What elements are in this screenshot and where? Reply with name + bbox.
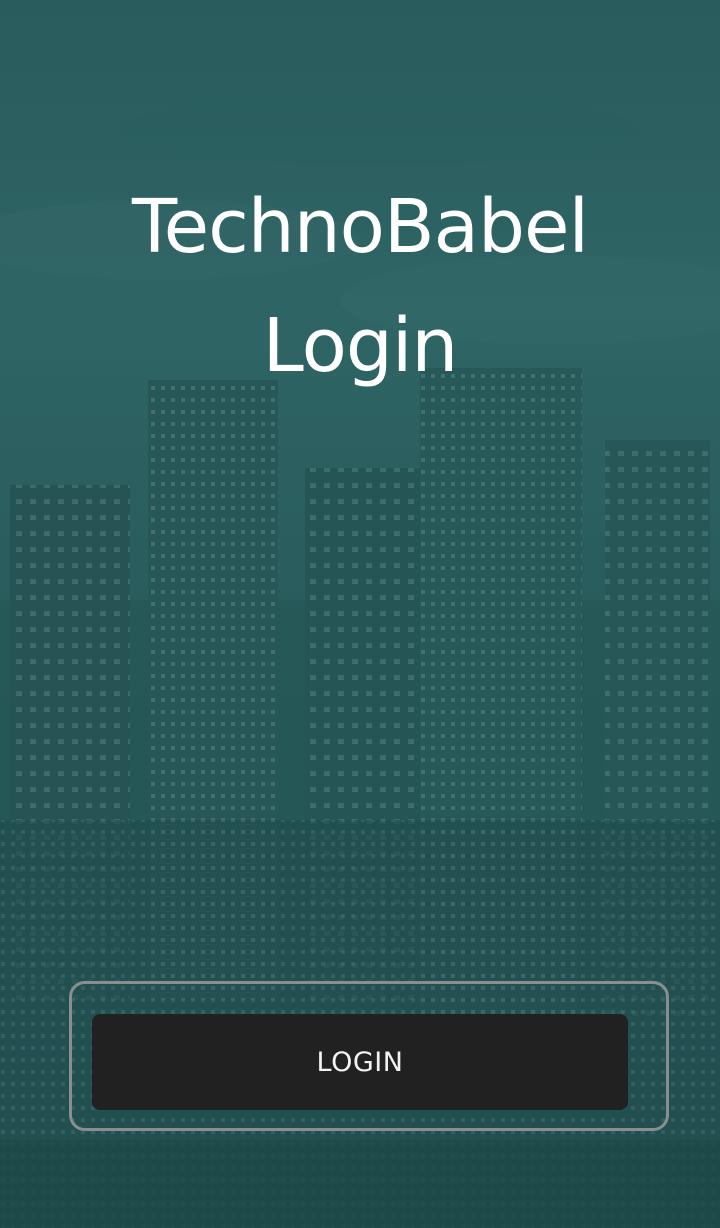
login-screen: TechnoBabel Login LOGIN [0,0,720,1228]
login-button-label: LOGIN [316,1046,404,1078]
page-title: Login [262,303,459,389]
login-button[interactable]: LOGIN [92,1014,628,1110]
app-title: TechnoBabel [131,184,589,270]
